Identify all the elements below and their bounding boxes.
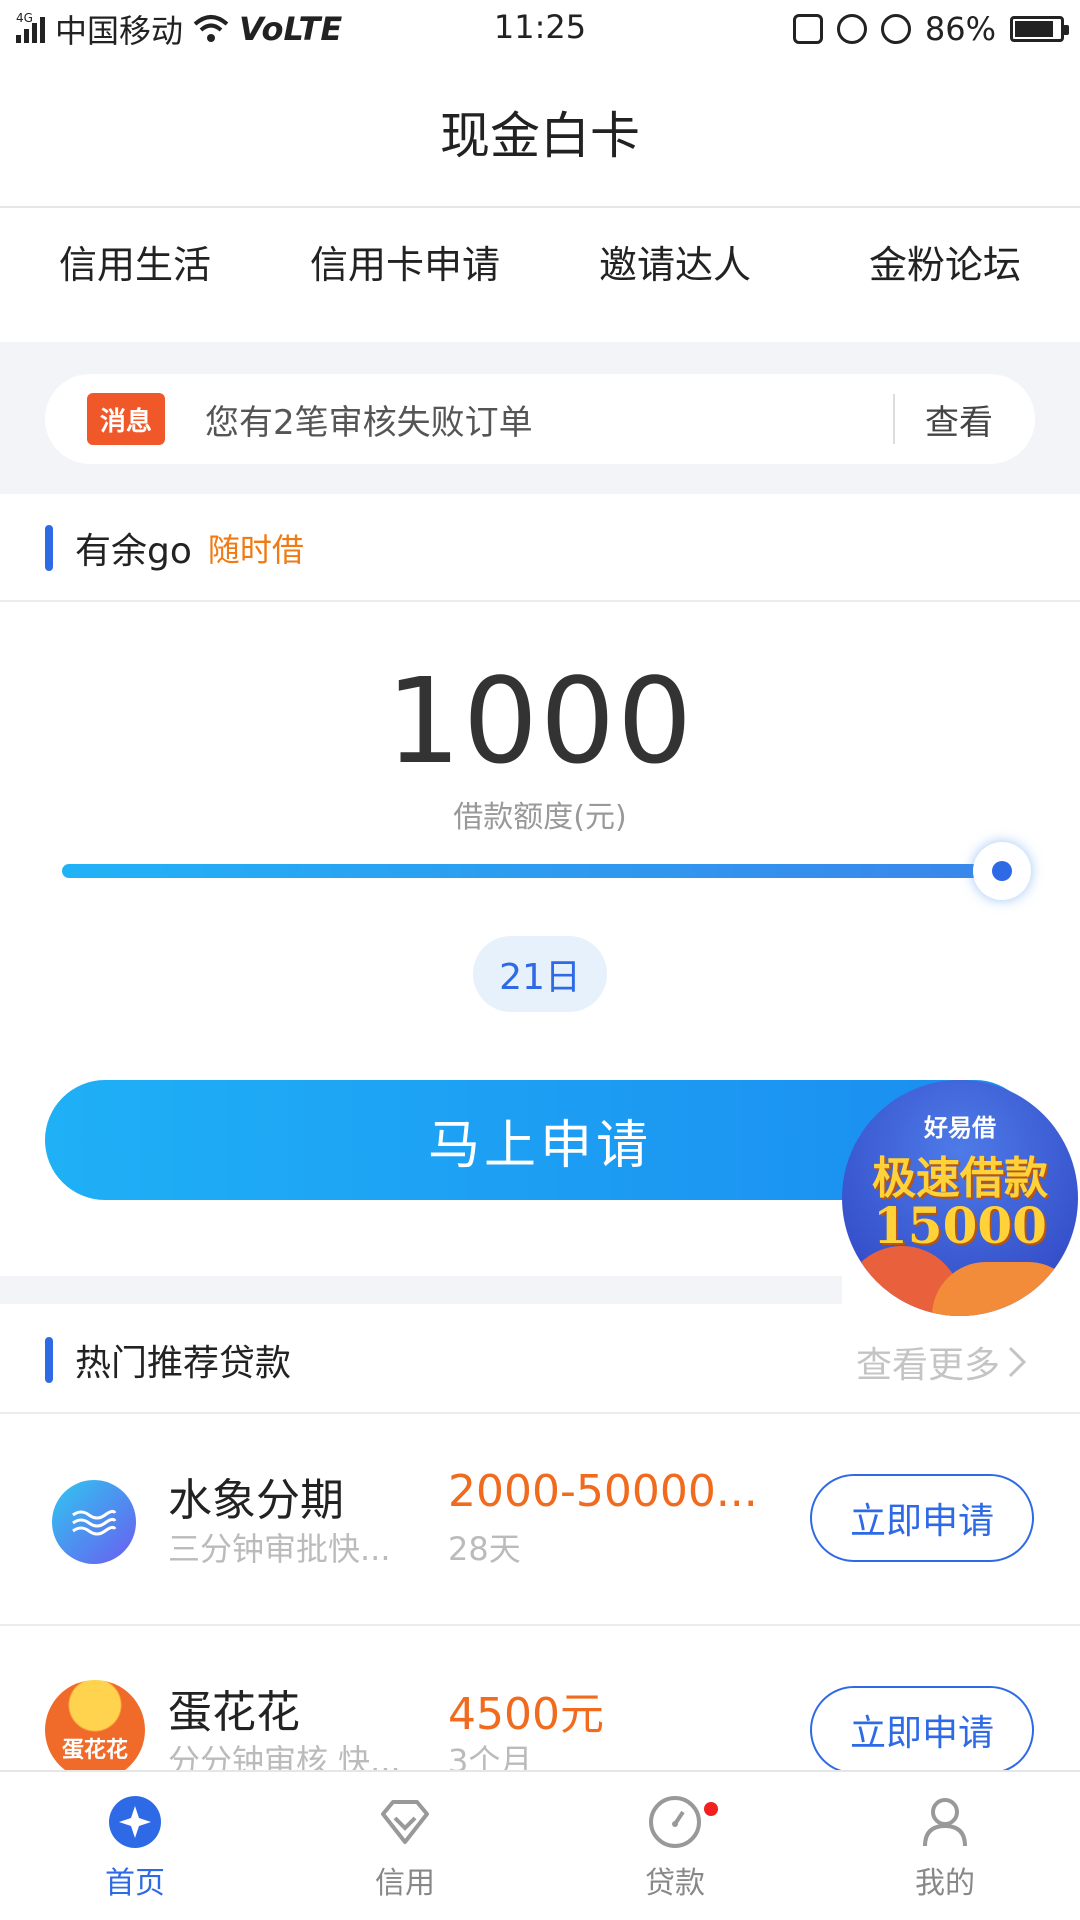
loan-description: 三分钟审批快... (168, 1530, 391, 1568)
network-type: 4G (16, 11, 33, 25)
loan-amount-range: 2000-50000... (448, 1466, 758, 1517)
user-icon (917, 1794, 973, 1850)
loan-name: 水象分期 (168, 1475, 344, 1526)
promo-amount: 15000 (873, 1196, 1047, 1255)
tab-credit[interactable]: 信用 (270, 1772, 540, 1920)
volte-indicator: VoLTE (239, 10, 343, 48)
section-accent-bar (45, 1337, 53, 1383)
tab-loan[interactable]: 贷款 (540, 1772, 810, 1920)
view-more-link[interactable]: 查看更多 (856, 1336, 1028, 1388)
page-title: 现金白卡 (0, 58, 1080, 208)
mute-icon (792, 14, 823, 44)
quick-nav-invite[interactable]: 邀请达人 (540, 210, 810, 342)
alarm-icon (880, 14, 911, 44)
amount-slider-track[interactable] (62, 864, 1002, 878)
loan-amount: 1000 (385, 652, 695, 790)
quick-nav: 信用生活 信用卡申请 邀请达人 金粉论坛 (0, 210, 1080, 342)
battery-percent: 86% (924, 10, 996, 48)
hot-section-header: 热门推荐贷款 (45, 1334, 291, 1386)
quick-nav-credit-life[interactable]: 信用生活 (0, 210, 270, 342)
carrier-name: 中国移动 (55, 12, 184, 50)
shuixiang-logo-icon (52, 1480, 136, 1564)
notification-badge (704, 1802, 718, 1816)
promo-badge[interactable]: 好易借 极速借款 15000 (842, 1080, 1078, 1316)
loan-card-title: 有余go (75, 531, 192, 572)
section-gap (0, 1276, 842, 1304)
loan-term: 28天 (448, 1530, 521, 1568)
view-more-label: 查看更多 (855, 1345, 1000, 1386)
danhuahua-logo-icon: 蛋花花 (45, 1680, 145, 1780)
signal-icon: 4G (16, 11, 45, 43)
loan-card-tag: 随时借 (207, 531, 304, 569)
apply-button[interactable]: 立即申请 (810, 1474, 1034, 1562)
home-icon (107, 1794, 163, 1850)
tab-mine[interactable]: 我的 (810, 1772, 1080, 1920)
tab-label: 我的 (915, 1866, 975, 1901)
list-item[interactable]: 水象分期 三分钟审批快... 2000-50000... 28天 立即申请 (0, 1414, 1080, 1626)
hot-section-title: 热门推荐贷款 (75, 1343, 292, 1384)
quick-nav-credit-card-apply[interactable]: 信用卡申请 (270, 210, 540, 342)
quick-nav-forum[interactable]: 金粉论坛 (810, 210, 1080, 342)
message-view-button[interactable]: 查看 (925, 395, 993, 444)
divider (0, 600, 1080, 602)
loan-amount-label: 借款额度(元) (453, 800, 627, 835)
section-accent-bar (45, 525, 53, 571)
apply-button[interactable]: 立即申请 (810, 1686, 1034, 1774)
message-bar[interactable]: 消息 您有2笔审核失败订单 查看 (45, 374, 1035, 464)
promo-brand: 好易借 (924, 1113, 996, 1142)
loan-amount-range: 4500元 (448, 1689, 604, 1740)
chevron-right-icon (1008, 1346, 1027, 1378)
message-divider (893, 394, 895, 444)
status-bar: 4G 中国移动 VoLTE 11:25 86% (0, 0, 1080, 58)
message-text: 您有2笔审核失败订单 (205, 402, 533, 443)
gauge-icon (647, 1794, 703, 1850)
tab-label: 贷款 (645, 1866, 705, 1901)
loan-name: 蛋花花 (168, 1687, 300, 1738)
message-icon: 消息 (87, 393, 165, 445)
tab-home[interactable]: 首页 (0, 1772, 270, 1920)
rotation-lock-icon (836, 14, 867, 44)
diamond-icon (377, 1794, 433, 1850)
bottom-tab-bar: 首页 信用 贷款 我的 (0, 1770, 1080, 1920)
wifi-icon (193, 15, 229, 42)
battery-icon (1010, 16, 1069, 42)
term-selector[interactable]: 21日 (473, 936, 607, 1012)
loan-card-header: 有余go 随时借 (45, 522, 304, 574)
amount-slider-handle[interactable] (973, 842, 1031, 900)
tab-label: 信用 (375, 1866, 435, 1901)
tab-label: 首页 (105, 1866, 165, 1901)
